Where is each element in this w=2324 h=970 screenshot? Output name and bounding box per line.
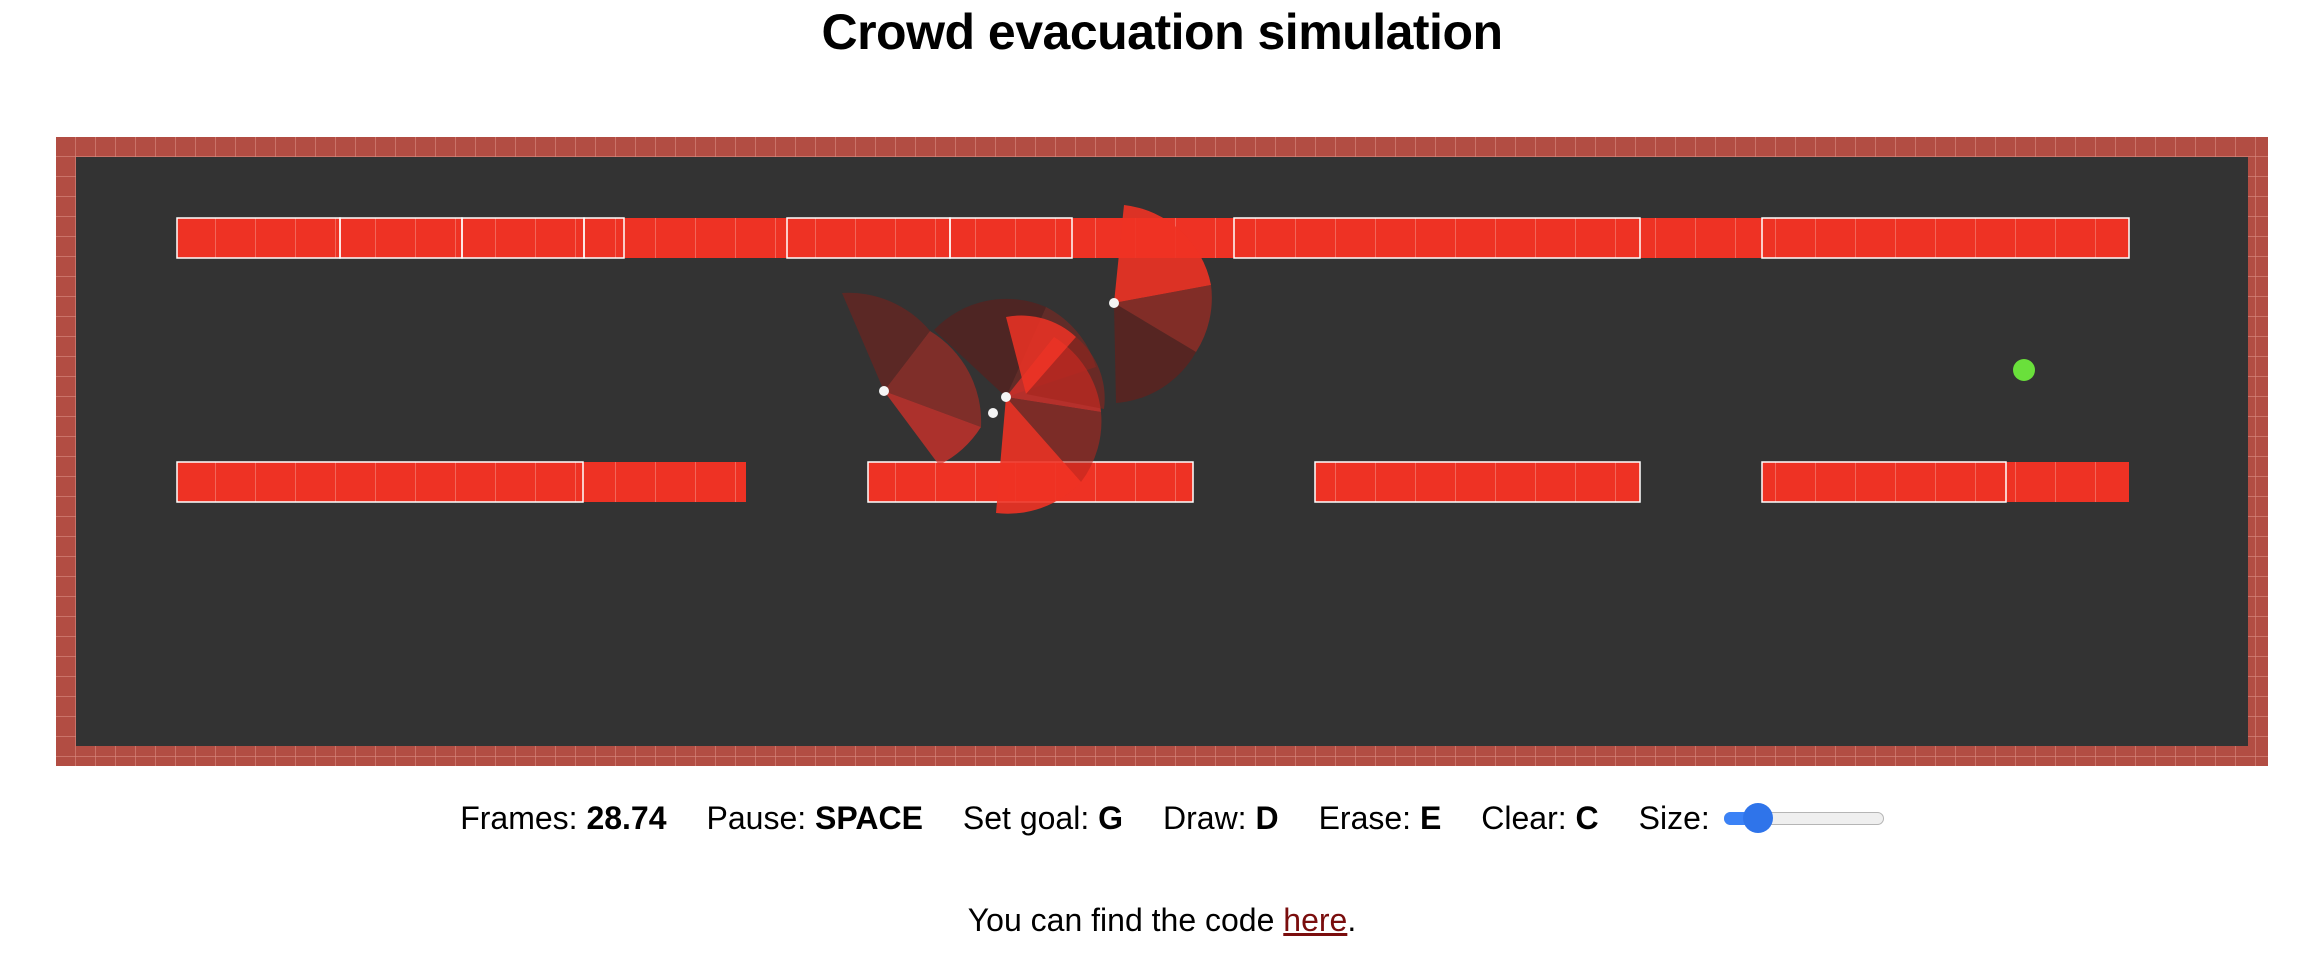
code-link[interactable]: here xyxy=(1283,902,1347,938)
agent xyxy=(1109,298,1119,308)
frames-label: Frames: xyxy=(460,799,578,836)
obstacle-row-bottom xyxy=(176,461,2129,503)
pause-label: Pause: xyxy=(706,799,807,836)
agent xyxy=(988,408,998,418)
erase-hint: Erase: E xyxy=(1319,800,1442,837)
draw-hint: Draw: D xyxy=(1163,800,1279,837)
frames-value: 28.74 xyxy=(586,799,667,836)
simulation-canvas[interactable] xyxy=(56,137,2268,766)
footer-prefix: You can find the code xyxy=(967,902,1275,938)
size-slider[interactable] xyxy=(1723,798,1884,838)
draw-key: D xyxy=(1255,799,1279,836)
page-title: Crowd evacuation simulation xyxy=(821,4,1503,60)
set-goal-key: G xyxy=(1098,799,1123,836)
size-label: Size: xyxy=(1638,799,1710,836)
erase-label: Erase: xyxy=(1318,799,1412,836)
size-control: Size: xyxy=(1639,798,1884,838)
footer-note: You can find the code here. xyxy=(0,895,2324,945)
clear-hint: Clear: C xyxy=(1481,800,1598,837)
erase-key: E xyxy=(1419,799,1442,836)
agent xyxy=(1001,392,1011,402)
goal-marker[interactable] xyxy=(2013,359,2035,381)
clear-label: Clear: xyxy=(1481,799,1567,836)
pause-key: SPACE xyxy=(815,799,923,836)
set-goal-label: Set goal: xyxy=(962,799,1090,836)
footer-suffix: . xyxy=(1347,902,1357,938)
clear-key: C xyxy=(1575,799,1599,836)
pause-hint: Pause: SPACE xyxy=(707,800,923,837)
slider-thumb[interactable] xyxy=(1743,803,1774,833)
frames-readout: Frames: 28.74 xyxy=(460,800,666,837)
draw-label: Draw: xyxy=(1163,799,1247,836)
controls-bar: Frames: 28.74 Pause: SPACE Set goal: G D… xyxy=(0,792,2324,844)
set-goal-hint: Set goal: G xyxy=(963,800,1123,837)
agent xyxy=(879,386,889,396)
